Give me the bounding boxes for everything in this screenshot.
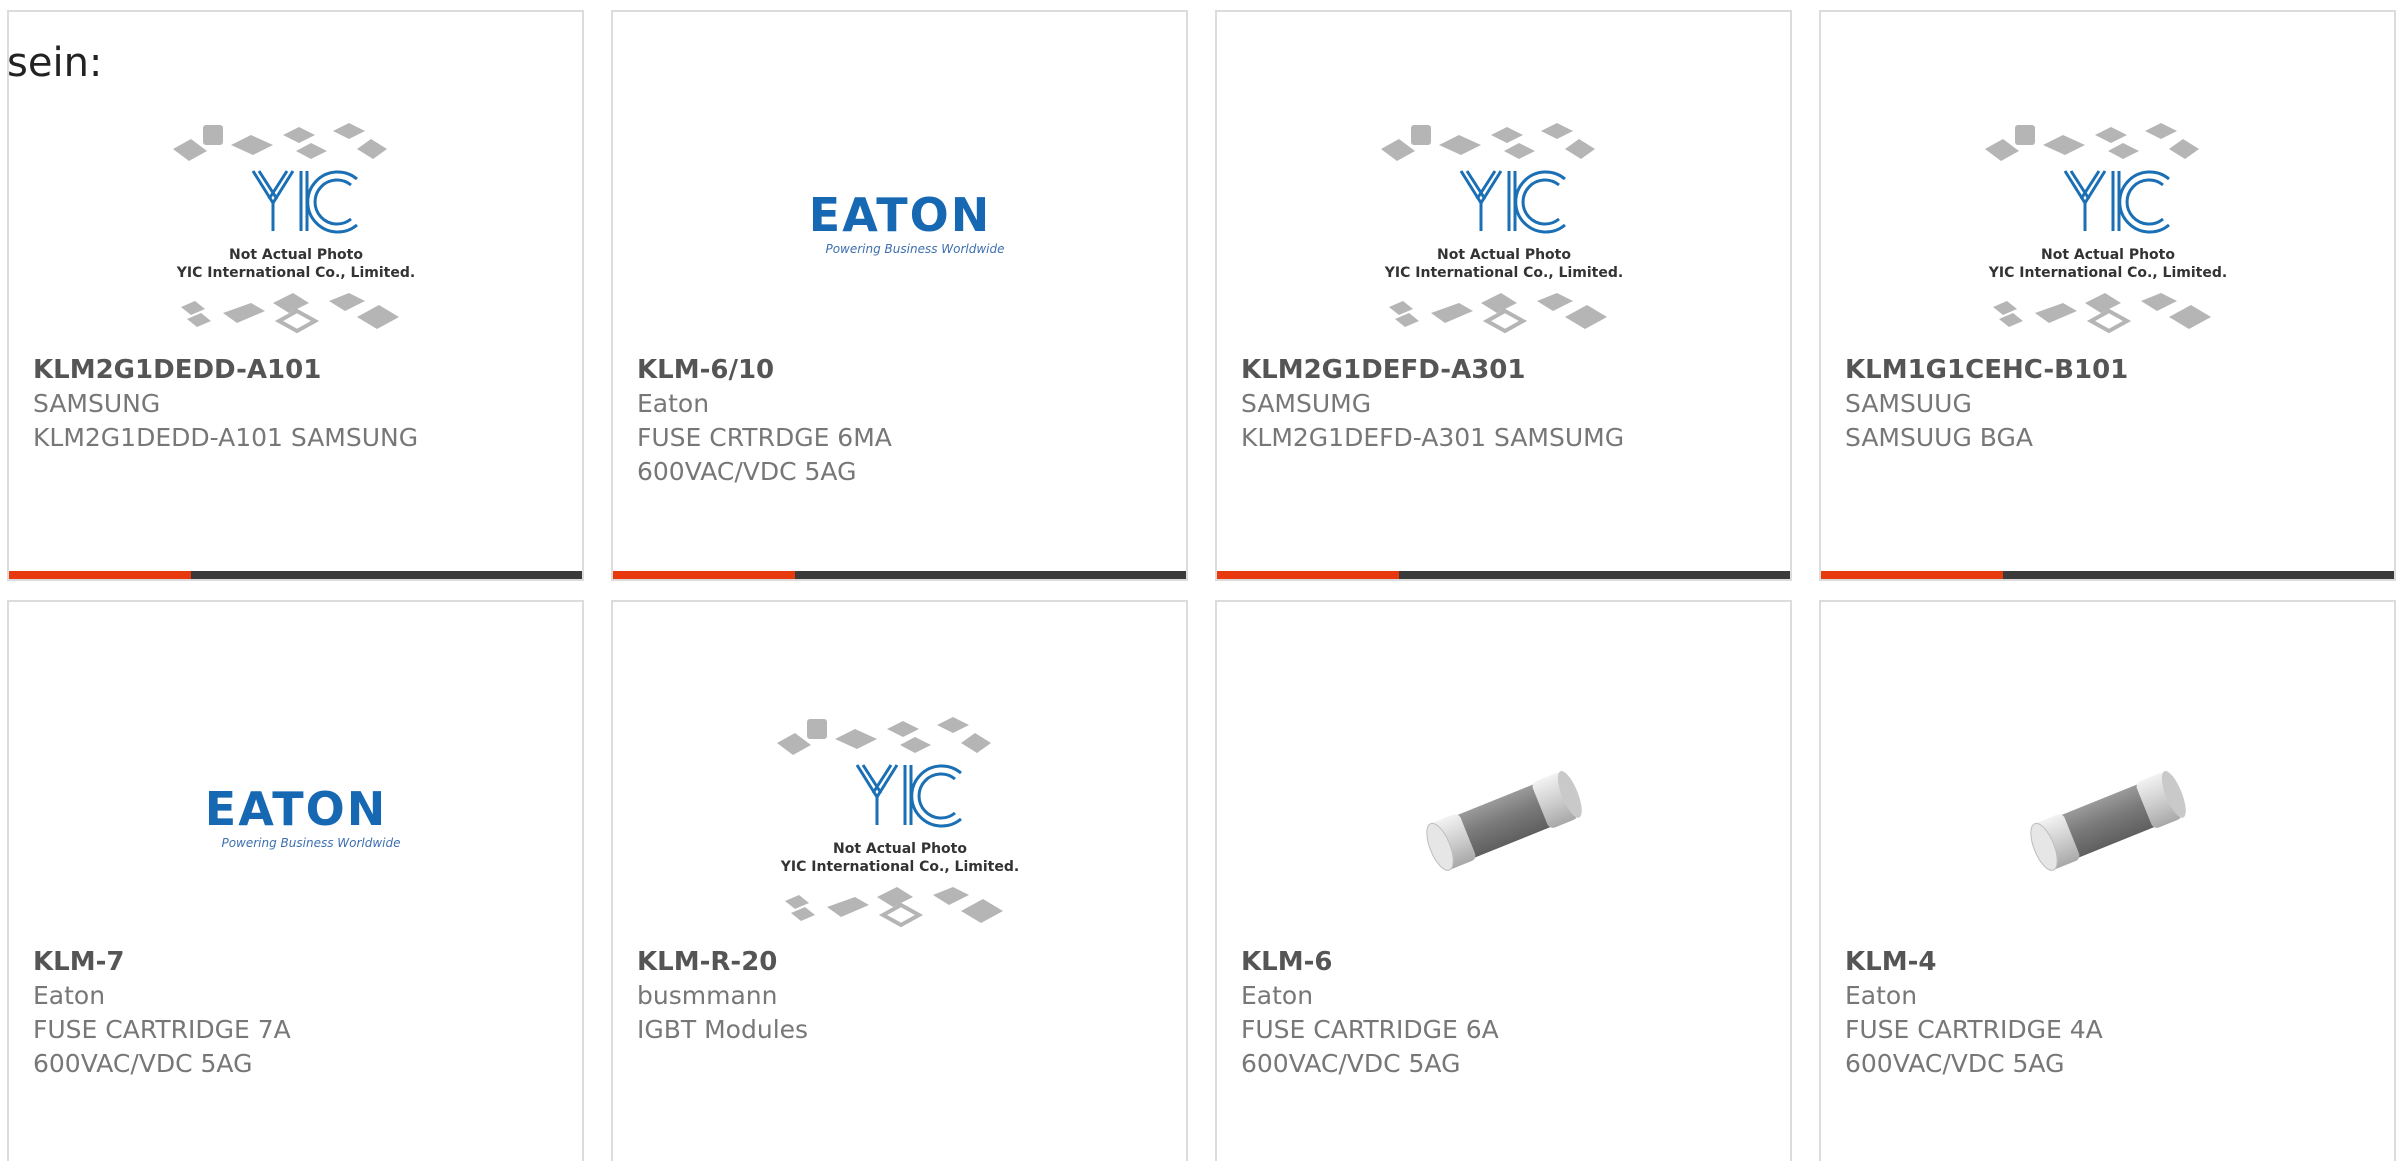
svg-text:Not Actual Photo: Not Actual Photo <box>2041 247 2175 263</box>
product-card[interactable]: EATON Powering Business Worldwide KLM-7 … <box>7 600 584 1161</box>
description: KLM2G1DEFD-A301 SAMSUMG <box>1241 423 1625 452</box>
part-number-link[interactable]: KLM2G1DEFD-A301 <box>1241 353 1770 387</box>
product-info: KLM-6 Eaton FUSE CARTRIDGE 6A 600VAC/VDC… <box>1241 945 1770 1081</box>
card-bottom-bar <box>1217 571 1790 579</box>
yic-placeholder-image: Not Actual Photo YIC International Co., … <box>1984 123 2227 334</box>
svg-text:Not Actual Photo: Not Actual Photo <box>833 841 967 857</box>
svg-text:YIC International Co., Limited: YIC International Co., Limited. <box>1987 265 2226 281</box>
description: FUSE CRTRDGE 6MA 600VAC/VDC 5AG <box>637 423 892 486</box>
manufacturer: SAMSUNG <box>33 389 161 418</box>
part-number-link[interactable]: KLM-4 <box>1845 945 2374 979</box>
product-image[interactable] <box>1821 686 2394 956</box>
part-number-link[interactable]: KLM-6/10 <box>637 353 1166 387</box>
description: FUSE CARTRIDGE 4A 600VAC/VDC 5AG <box>1845 1015 2103 1078</box>
product-image[interactable]: Not Actual Photo YIC International Co., … <box>1821 92 2394 362</box>
product-image[interactable]: Not Actual Photo YIC International Co., … <box>1217 92 1790 362</box>
svg-text:EATON: EATON <box>204 782 386 836</box>
product-card[interactable]: KLM-4 Eaton FUSE CARTRIDGE 4A 600VAC/VDC… <box>1819 600 2396 1161</box>
card-bottom-bar <box>1821 571 2394 579</box>
manufacturer: Eaton <box>1845 981 1918 1010</box>
product-info: KLM-6/10 Eaton FUSE CRTRDGE 6MA 600VAC/V… <box>637 353 1166 489</box>
card-accent-bar <box>9 571 191 579</box>
card-bottom-bar <box>9 571 582 579</box>
svg-text:Not Actual Photo: Not Actual Photo <box>229 247 363 263</box>
description: SAMSUUG BGA <box>1845 423 2033 452</box>
part-number-link[interactable]: KLM-6 <box>1241 945 1770 979</box>
intro-text: sein: <box>7 40 103 86</box>
part-number-link[interactable]: KLM1G1CEHC-B101 <box>1845 353 2374 387</box>
card-accent-bar <box>1821 571 2003 579</box>
svg-text:Not Actual Photo: Not Actual Photo <box>1437 247 1571 263</box>
svg-text:Powering Business Worldwide: Powering Business Worldwide <box>221 836 400 850</box>
manufacturer: Eaton <box>637 389 710 418</box>
fuse-photo-image <box>1425 771 1582 871</box>
product-info: KLM-R-20 busmmann IGBT Modules <box>637 945 1166 1047</box>
svg-text:YIC International Co., Limited: YIC International Co., Limited. <box>1383 265 1622 281</box>
eaton-logo-image: EATON Powering Business Worldwide <box>808 188 1004 256</box>
product-grid-page: sein: Not Actual Photo YIC International… <box>0 0 2400 1161</box>
card-accent-bar <box>1217 571 1399 579</box>
product-card[interactable]: Not Actual Photo YIC International Co., … <box>7 10 584 581</box>
product-image[interactable] <box>1217 686 1790 956</box>
svg-text:YIC International Co., Limited: YIC International Co., Limited. <box>779 859 1018 875</box>
svg-text:YIC International Co., Limited: YIC International Co., Limited. <box>175 265 414 281</box>
card-accent-bar <box>613 571 795 579</box>
product-info: KLM2G1DEDD-A101 SAMSUNG KLM2G1DEDD-A101 … <box>33 353 562 455</box>
part-number-link[interactable]: KLM-R-20 <box>637 945 1166 979</box>
product-card[interactable]: Not Actual Photo YIC International Co., … <box>1215 10 1792 581</box>
product-card[interactable]: KLM-6 Eaton FUSE CARTRIDGE 6A 600VAC/VDC… <box>1215 600 1792 1161</box>
product-card[interactable]: Not Actual Photo YIC International Co., … <box>1819 10 2396 581</box>
product-card[interactable]: Not Actual Photo YIC International Co., … <box>611 600 1188 1161</box>
part-number-link[interactable]: KLM2G1DEDD-A101 <box>33 353 562 387</box>
manufacturer: busmmann <box>637 981 778 1010</box>
card-bottom-bar <box>613 571 1186 579</box>
product-image[interactable]: EATON Powering Business Worldwide <box>9 686 582 956</box>
product-image[interactable]: Not Actual Photo YIC International Co., … <box>9 92 582 362</box>
yic-placeholder-image: Not Actual Photo YIC International Co., … <box>172 123 415 334</box>
description: IGBT Modules <box>637 1015 809 1044</box>
yic-placeholder-image: Not Actual Photo YIC International Co., … <box>1380 123 1623 334</box>
part-number-link[interactable]: KLM-7 <box>33 945 562 979</box>
product-image[interactable]: EATON Powering Business Worldwide <box>613 92 1186 362</box>
product-card[interactable]: EATON Powering Business Worldwide KLM-6/… <box>611 10 1188 581</box>
manufacturer: SAMSUMG <box>1241 389 1372 418</box>
eaton-logo-image: EATON Powering Business Worldwide <box>204 782 400 850</box>
description: FUSE CARTRIDGE 7A 600VAC/VDC 5AG <box>33 1015 291 1078</box>
product-info: KLM-4 Eaton FUSE CARTRIDGE 4A 600VAC/VDC… <box>1845 945 2374 1081</box>
manufacturer: Eaton <box>33 981 106 1010</box>
product-image[interactable]: Not Actual Photo YIC International Co., … <box>613 686 1186 956</box>
product-info: KLM1G1CEHC-B101 SAMSUUG SAMSUUG BGA <box>1845 353 2374 455</box>
svg-text:Powering Business Worldwide: Powering Business Worldwide <box>825 242 1004 256</box>
product-info: KLM2G1DEFD-A301 SAMSUMG KLM2G1DEFD-A301 … <box>1241 353 1770 455</box>
description: FUSE CARTRIDGE 6A 600VAC/VDC 5AG <box>1241 1015 1499 1078</box>
yic-placeholder-image: Not Actual Photo YIC International Co., … <box>776 717 1019 928</box>
description: KLM2G1DEDD-A101 SAMSUNG <box>33 423 419 452</box>
svg-text:EATON: EATON <box>808 188 990 242</box>
manufacturer: Eaton <box>1241 981 1314 1010</box>
fuse-photo-image <box>2029 771 2186 871</box>
product-info: KLM-7 Eaton FUSE CARTRIDGE 7A 600VAC/VDC… <box>33 945 562 1081</box>
manufacturer: SAMSUUG <box>1845 389 1972 418</box>
